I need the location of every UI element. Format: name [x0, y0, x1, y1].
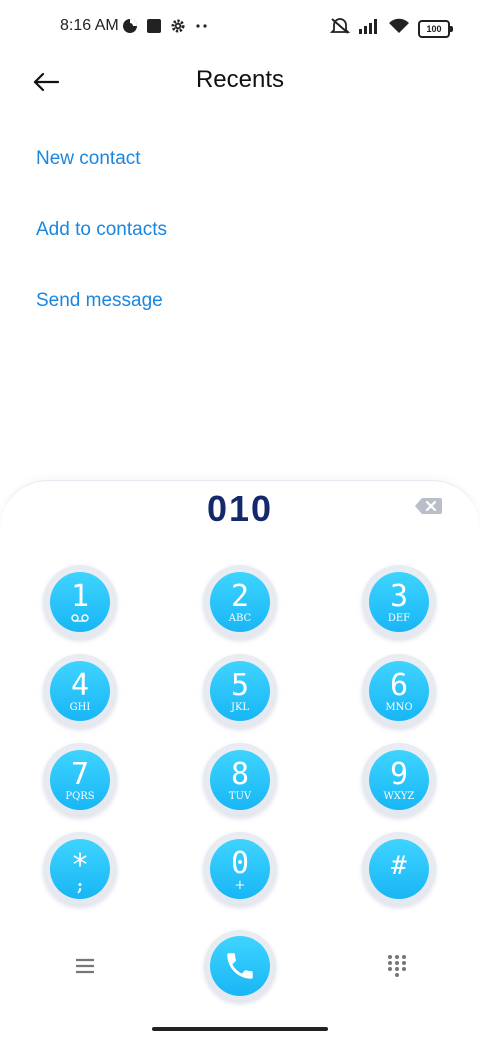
dial-key-2[interactable]: 2 ABC: [203, 565, 277, 639]
hamburger-menu-icon: [76, 958, 94, 974]
key-letters: JKL: [230, 702, 250, 713]
data-saver-icon: [122, 18, 138, 39]
key-letters: ABC: [228, 613, 252, 624]
key-digit: 4: [70, 668, 90, 703]
page-title: Recents: [195, 66, 285, 93]
backspace-icon: [415, 498, 442, 514]
key-letters: +: [234, 878, 246, 893]
more-dots-icon: [194, 18, 210, 39]
battery-icon: 100: [418, 19, 453, 38]
call-button[interactable]: [204, 930, 276, 1002]
voicemail-icon: [71, 614, 89, 622]
key-digit: 6: [389, 668, 409, 703]
menu-button[interactable]: [72, 953, 98, 979]
dial-key-6[interactable]: 6 MNO: [362, 654, 436, 728]
key-letters: GHI: [69, 702, 91, 713]
dial-key-1[interactable]: 1: [43, 565, 117, 639]
key-digit: 9: [389, 757, 409, 792]
key-digit: 0: [230, 846, 250, 881]
dial-key-4[interactable]: 4 GHI: [43, 654, 117, 728]
dial-key-5[interactable]: 5 JKL: [203, 654, 277, 728]
key-digit: 5: [230, 668, 250, 703]
home-indicator[interactable]: [152, 1027, 328, 1031]
dial-key-star[interactable]: * ;: [43, 832, 117, 906]
square-notification-icon: [146, 18, 162, 39]
dial-key-hash[interactable]: #: [362, 832, 436, 906]
dial-key-0[interactable]: 0 +: [203, 832, 277, 906]
add-to-contacts-link[interactable]: Add to contacts: [36, 219, 167, 241]
dial-key-7[interactable]: 7 PQRS: [43, 743, 117, 817]
mute-icon: [329, 17, 351, 40]
key-letters: WXYZ: [383, 791, 415, 802]
dial-key-9[interactable]: 9 WXYZ: [362, 743, 436, 817]
send-message-link[interactable]: Send message: [36, 290, 163, 312]
status-bar: 8:16 AM 100: [0, 0, 480, 56]
key-letters: TUV: [228, 791, 252, 802]
dial-key-8[interactable]: 8 TUV: [203, 743, 277, 817]
dialer-screen: 8:16 AM 100 Recents New contact Add to c…: [0, 0, 480, 1040]
key-letters: DEF: [387, 613, 411, 624]
key-letters: ;: [77, 876, 83, 895]
backspace-button[interactable]: [414, 496, 442, 518]
key-letters: MNO: [385, 702, 413, 713]
dial-key-3[interactable]: 3 DEF: [362, 565, 436, 639]
wifi-icon: [388, 18, 410, 39]
key-digit: 8: [230, 757, 250, 792]
signal-icon: [358, 18, 380, 39]
key-digit: 7: [70, 757, 90, 792]
status-time: 8:16 AM: [60, 17, 119, 34]
key-digit: 2: [230, 579, 250, 614]
key-digit: 3: [389, 579, 409, 614]
key-letters: PQRS: [65, 791, 95, 802]
dialed-number: 010: [206, 488, 274, 529]
dialpad-grid-icon: [388, 955, 406, 977]
phone-icon: [227, 953, 253, 979]
key-digit: #: [391, 851, 407, 881]
key-digit: 1: [70, 579, 90, 614]
settings-gear-icon: [170, 18, 186, 39]
new-contact-link[interactable]: New contact: [36, 148, 141, 170]
dialpad-toggle-button[interactable]: [384, 953, 410, 979]
